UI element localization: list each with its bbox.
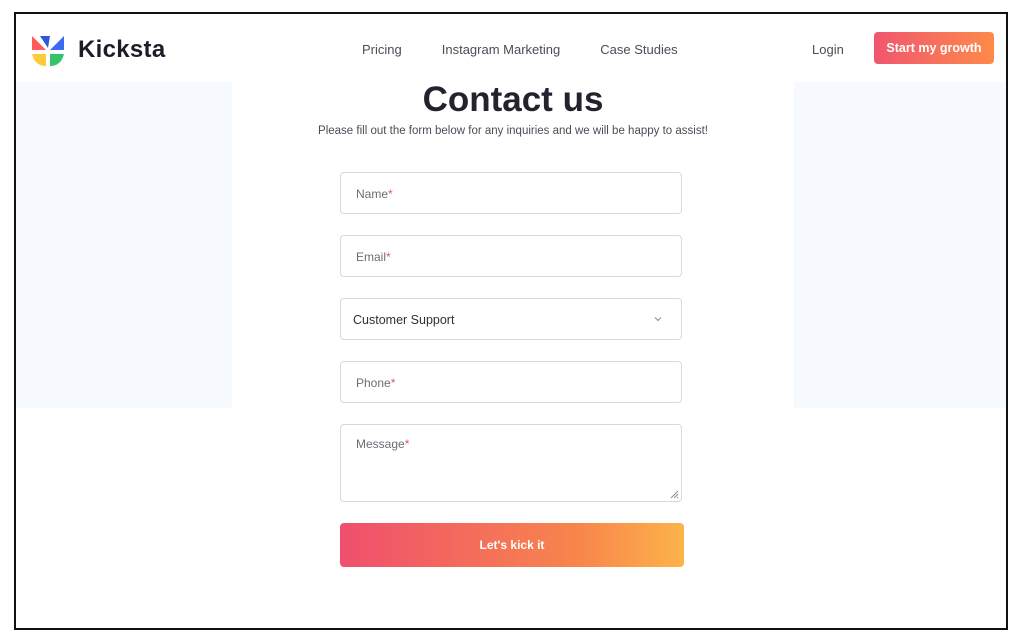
phone-field[interactable]: Phone*: [340, 361, 682, 403]
contact-form-card: Contact us Please fill out the form belo…: [232, 82, 794, 574]
email-field-label: Email*: [356, 250, 391, 264]
brand-name: Kicksta: [78, 36, 166, 63]
required-marker: *: [404, 437, 410, 451]
nav-case-studies[interactable]: Case Studies: [600, 42, 677, 57]
page-title: Contact us: [422, 80, 604, 119]
chevron-down-icon: [654, 317, 662, 322]
nav-instagram-marketing[interactable]: Instagram Marketing: [442, 42, 561, 57]
required-marker: *: [386, 250, 391, 264]
phone-field-label: Phone*: [356, 376, 396, 390]
message-field-label: Message*: [356, 437, 410, 451]
main-nav: Pricing Instagram Marketing Case Studies: [362, 42, 718, 57]
name-field[interactable]: Name*: [340, 172, 682, 214]
email-field[interactable]: Email*: [340, 235, 682, 277]
kicksta-logo-icon: [32, 36, 64, 66]
browser-frame: Kicksta Pricing Instagram Marketing Case…: [14, 12, 1008, 630]
required-marker: *: [390, 376, 396, 390]
login-link[interactable]: Login: [812, 42, 844, 57]
topic-select[interactable]: Customer Support: [340, 298, 682, 340]
name-field-label: Name*: [356, 187, 393, 201]
page-subtitle: Please fill out the form below for any i…: [318, 125, 708, 137]
site-header: Kicksta Pricing Instagram Marketing Case…: [16, 14, 1006, 82]
brand-logo[interactable]: Kicksta: [30, 32, 165, 68]
required-marker: *: [388, 187, 393, 201]
nav-pricing[interactable]: Pricing: [362, 42, 402, 57]
submit-button[interactable]: Let's kick it: [340, 523, 684, 567]
message-textarea[interactable]: Message*: [340, 424, 682, 502]
start-growth-button[interactable]: Start my growth: [874, 32, 994, 64]
resize-handle-icon[interactable]: [669, 489, 679, 499]
topic-select-value: Customer Support: [353, 313, 455, 327]
